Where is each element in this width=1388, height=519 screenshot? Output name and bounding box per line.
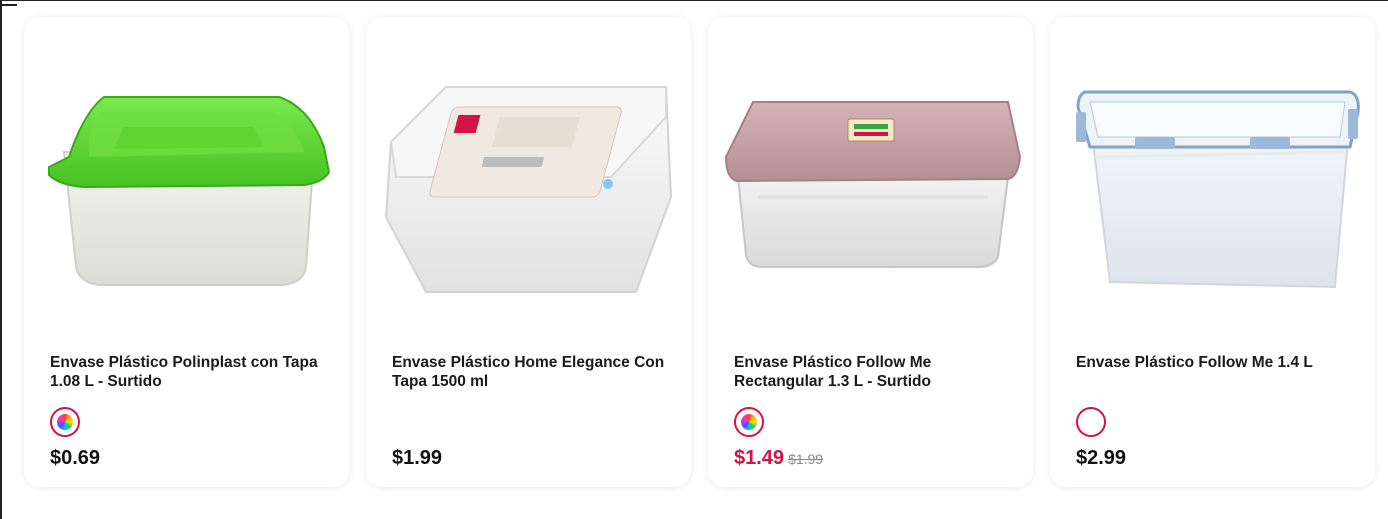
product-title[interactable]: Envase Plástico Follow Me Rectangular 1.… — [734, 353, 1014, 391]
product-price: $2.99 — [1076, 447, 1127, 469]
product-old-price: $1.99 — [788, 451, 824, 467]
green-lid-container-image — [48, 96, 331, 286]
color-swatch-white[interactable] — [1076, 407, 1106, 437]
product-card[interactable]: Envase Plástico Follow Me 1.4 L $2.99 — [1050, 17, 1375, 487]
frame-tick — [0, 4, 17, 6]
product-image[interactable] — [708, 57, 1033, 307]
clear-lid-container-image — [384, 86, 673, 293]
color-swatch-multicolor[interactable] — [50, 407, 80, 437]
blue-clip-lid-container-image — [1076, 90, 1360, 289]
product-price: $1.99 — [392, 447, 443, 469]
pink-lid-container-image — [724, 101, 1022, 268]
product-title[interactable]: Envase Plástico Follow Me 1.4 L — [1076, 353, 1356, 372]
product-card[interactable]: Envase Plástico Polinplast con Tapa 1.08… — [24, 17, 349, 487]
color-wheel-icon — [57, 414, 73, 430]
product-image[interactable] — [24, 57, 349, 307]
product-grid: Envase Plástico Polinplast con Tapa 1.08… — [24, 17, 1375, 487]
product-sale-price: $1.49 — [734, 447, 785, 469]
price-row: $1.99 — [392, 447, 442, 470]
product-title[interactable]: Envase Plástico Home Elegance Con Tapa 1… — [392, 353, 672, 391]
price-row: $1.49 $1.99 — [734, 447, 823, 470]
product-card[interactable]: Envase Plástico Home Elegance Con Tapa 1… — [366, 17, 691, 487]
product-image[interactable] — [366, 57, 691, 307]
color-swatch-multicolor[interactable] — [734, 407, 764, 437]
product-image[interactable] — [1050, 57, 1375, 307]
color-wheel-icon — [741, 414, 757, 430]
product-price: $0.69 — [50, 447, 101, 469]
price-row: $0.69 — [50, 447, 100, 470]
price-row: $2.99 — [1076, 447, 1126, 470]
product-card[interactable]: Envase Plástico Follow Me Rectangular 1.… — [708, 17, 1033, 487]
product-title[interactable]: Envase Plástico Polinplast con Tapa 1.08… — [50, 353, 330, 391]
